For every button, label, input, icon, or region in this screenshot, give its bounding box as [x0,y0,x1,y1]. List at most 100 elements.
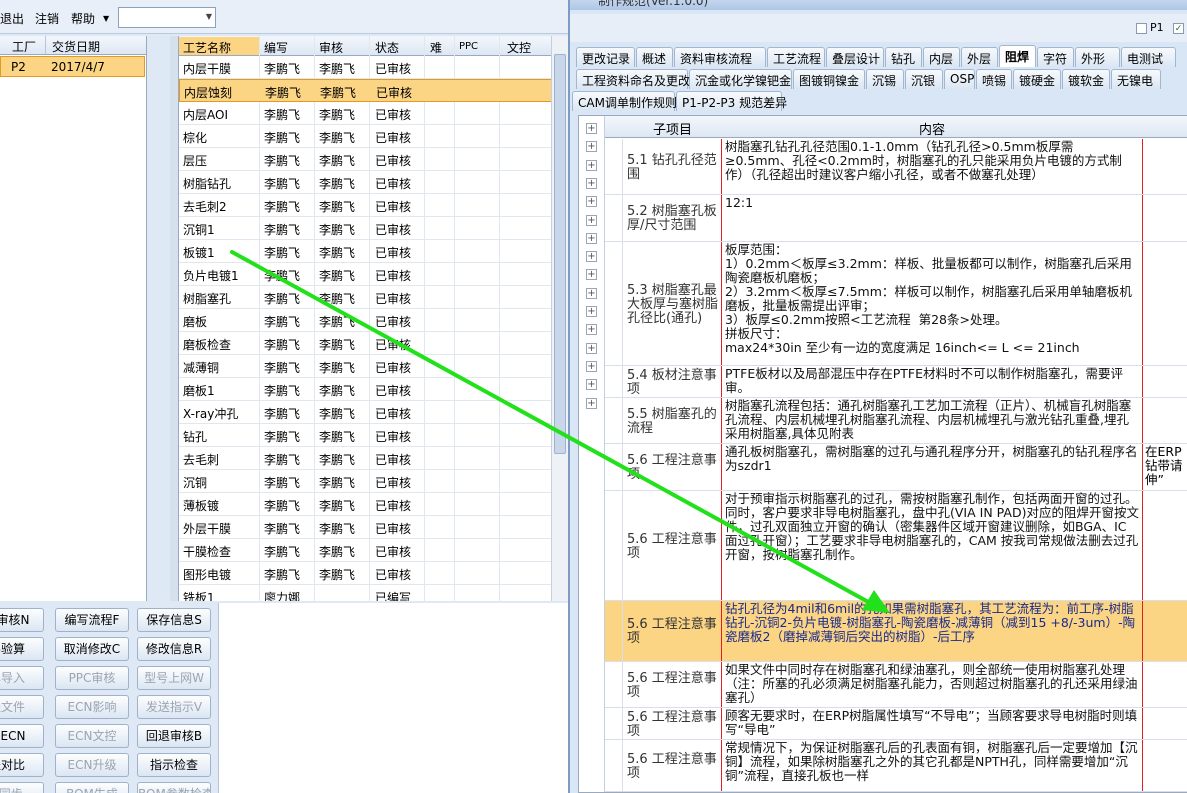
action-button[interactable]: BOM生成 [55,782,129,793]
action-button[interactable]: 编写流程F [55,608,129,632]
tab[interactable]: 叠层设计 [826,47,884,67]
tab[interactable]: 图镀铜镍金 [793,69,865,89]
spec-row[interactable]: 5.3 树脂塞孔最大板厚与塞树脂孔径比(通孔) 板厚范围： 1）0.2mm＜板厚≤… [605,242,1187,366]
menu-logout[interactable]: 注销 [35,10,59,27]
spec-row[interactable]: 5.2 树脂塞孔板厚/尺寸范围 12:1 [605,195,1187,242]
action-button[interactable]: 发送指示V [137,695,211,719]
expand-plus-icon[interactable]: + [586,177,597,189]
process-row[interactable]: 去毛刺 李鹏飞 李鹏飞 已审核 [179,447,551,470]
process-row[interactable]: 钻孔 李鹏飞 李鹏飞 已审核 [179,424,551,447]
process-row[interactable]: 磨板1 李鹏飞 李鹏飞 已审核 [179,378,551,401]
col-doc-control[interactable]: 文控 [507,39,531,56]
tab[interactable]: 沉金或化学镍钯金 [689,69,792,89]
order-row-selected[interactable]: P2 2017/4/7 [0,56,145,77]
tab[interactable]: 钻孔 [885,47,922,67]
action-button[interactable]: 送文件 [0,695,44,719]
process-row[interactable]: 内层AOI 李鹏飞 李鹏飞 已审核 [179,102,551,125]
process-row-selected[interactable]: 内层蚀刻 李鹏飞 李鹏飞 已审核 [179,79,551,102]
row-indicator[interactable] [605,662,623,707]
action-button[interactable]: 指示检查 [137,753,211,777]
expand-plus-icon[interactable]: + [586,306,597,317]
expand-plus-icon[interactable]: + [586,324,597,336]
spec-row[interactable]: 5.6 工程注意事项 通孔板树脂塞孔，需树脂塞的过孔与通孔程序分开，树脂塞孔的钻孔… [605,444,1187,491]
tab[interactable]: 沉锡 [866,69,904,89]
action-button[interactable]: ECN文控 [55,724,129,748]
tab[interactable]: 内层 [923,47,960,67]
tab[interactable]: 电测试 [1121,47,1176,67]
tab[interactable]: 资料审核流程 [674,47,766,67]
action-button[interactable]: ECN升级 [55,753,129,777]
expand-plus-icon[interactable]: + [586,287,597,299]
process-row[interactable]: 外层干膜 李鹏飞 李鹏飞 已审核 [179,516,551,539]
row-indicator[interactable] [605,242,623,365]
tab[interactable]: 更改记录 [576,47,635,67]
process-row[interactable]: 内层干膜 李鹏飞 李鹏飞 已审核 [179,56,551,79]
chevron-down-icon[interactable]: ▼ [206,12,212,21]
action-button[interactable]: 取消修改C [55,637,129,661]
process-row[interactable]: 树脂塞孔 李鹏飞 李鹏飞 已审核 [179,286,551,309]
process-row[interactable]: 减薄铜 李鹏飞 李鹏飞 已审核 [179,355,551,378]
row-indicator[interactable] [605,444,623,490]
action-button[interactable]: 单导入 [0,666,44,690]
spec-row[interactable]: 5.1 钻孔孔径范围 树脂塞孔钻孔孔径范围0.1-1.0mm（钻孔孔径>0.5mm… [605,139,1187,195]
action-button[interactable]: 保存信息S [137,608,211,632]
expand-plus-icon[interactable]: + [586,214,597,226]
spec-row[interactable]: 5.6 工程注意事项 常规情况下，为保证树脂塞孔后的孔表面有铜，树脂塞孔后一定要增… [605,740,1187,792]
tab[interactable]: P1-P2-P3 规范差异 [676,91,787,111]
tab[interactable]: 沉银 [905,69,943,89]
tab[interactable]: 镀硬金 [1013,69,1061,89]
action-button[interactable]: PPC审核 [55,666,129,690]
scrollbar-thumb[interactable] [554,54,566,454]
spec-row-selected[interactable]: 5.6 工程注意事项 钻孔孔径为4mil和6mil的孔如果需树脂塞孔，其工艺流程为… [605,601,1187,662]
process-grid-scrollbar[interactable] [551,36,568,601]
process-row[interactable]: X-ray冲孔 李鹏飞 李鹏飞 已审核 [179,401,551,424]
spec-row[interactable]: 5.6 工程注意事项 对于预审指示树脂塞孔的过孔，需按树脂塞孔制作，包括两面开窗的… [605,491,1187,601]
process-row[interactable]: 负片电镀1 李鹏飞 李鹏飞 已审核 [179,263,551,286]
row-indicator[interactable] [605,366,623,397]
action-button[interactable]: 回退审核B [137,724,211,748]
process-row[interactable]: 层压 李鹏飞 李鹏飞 已审核 [179,148,551,171]
tab[interactable]: 工艺流程 [767,47,825,67]
row-indicator[interactable] [605,195,623,241]
expand-plus-icon[interactable]: + [586,269,597,281]
tab[interactable]: 阻焊 [999,45,1036,67]
col-writer[interactable]: 编写 [264,39,288,56]
spec-row[interactable]: 5.5 树脂塞孔的流程 树脂塞孔流程包括：通孔树脂塞孔工艺加工流程（正片）、机械盲… [605,398,1187,444]
row-indicator[interactable] [605,491,623,600]
row-indicator[interactable] [605,740,623,791]
col-difficulty[interactable]: 难 [430,39,442,56]
tab[interactable]: 喷锡 [976,69,1012,89]
action-button[interactable]: BOM参数检查 [137,782,211,793]
expand-plus-icon[interactable]: + [586,196,597,208]
col-delivery-date[interactable]: 交货日期 [52,38,100,55]
col-process-name[interactable]: 工艺名称 [179,37,259,55]
process-row[interactable]: 去毛刺2 李鹏飞 李鹏飞 已审核 [179,194,551,217]
process-row[interactable]: 树脂钻孔 李鹏飞 李鹏飞 已审核 [179,171,551,194]
expand-plus-icon[interactable]: + [586,251,597,263]
process-row[interactable]: 铣板1 廖力娜 已编写 [179,585,551,601]
process-row[interactable]: 板镀1 李鹏飞 李鹏飞 已审核 [179,240,551,263]
tab[interactable]: 镀软金 [1062,69,1110,89]
row-indicator[interactable] [605,601,623,661]
process-row[interactable]: 图形电镀 李鹏飞 李鹏飞 已审核 [179,562,551,585]
expand-plus-icon[interactable]: + [586,360,597,372]
row-indicator[interactable] [605,139,623,194]
action-button[interactable]: 层验算 [0,637,44,661]
tab[interactable]: 外形 [1075,47,1120,67]
row-indicator[interactable] [605,398,623,443]
process-row[interactable]: 沉铜 李鹏飞 李鹏飞 已审核 [179,470,551,493]
expand-plus-icon[interactable]: + [586,232,597,244]
tab[interactable]: 工程资料命名及更改 [576,69,690,89]
process-row[interactable]: 磨板检查 李鹏飞 李鹏飞 已审核 [179,332,551,355]
col-ppc[interactable]: PPC [459,41,478,52]
action-button[interactable]: 程对比 [0,753,44,777]
filter-combo[interactable]: ▼ [118,7,216,28]
col-status[interactable]: 状态 [375,39,399,56]
process-row[interactable]: 薄板镀 李鹏飞 李鹏飞 已审核 [179,493,551,516]
col-sub-item[interactable]: 子项目 [653,119,692,138]
col-reviewer[interactable]: 审核 [319,39,343,56]
p1-checkbox[interactable] [1136,23,1147,34]
process-row[interactable]: 干膜检查 李鹏飞 李鹏飞 已审核 [179,539,551,562]
expand-plus-icon[interactable]: + [586,159,597,171]
spec-row[interactable]: 5.6 工程注意事项 如果文件中同时存在树脂塞孔和绿油塞孔，则全部统一使用树脂塞孔… [605,662,1187,708]
